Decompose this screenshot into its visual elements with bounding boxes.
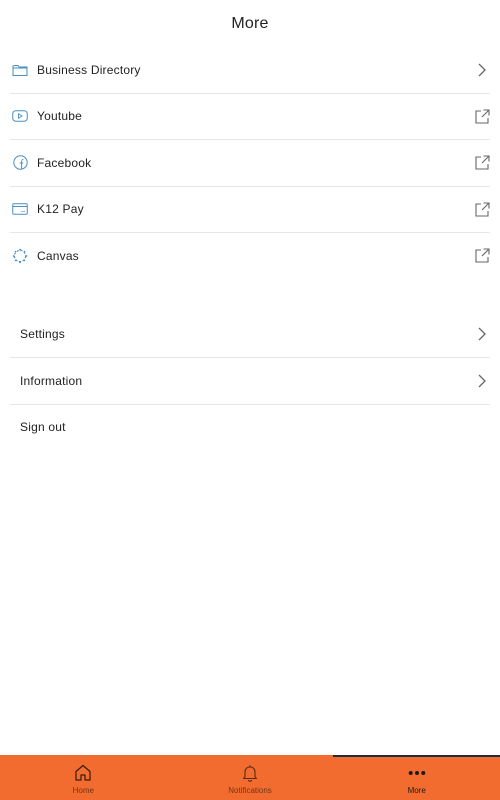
settings-item[interactable]: Settings [10, 312, 490, 358]
external-link-icon [474, 248, 490, 264]
information-label: Information [20, 373, 83, 388]
header: More [0, 0, 500, 47]
tab-label: More [407, 785, 426, 795]
link-youtube[interactable]: Youtube [10, 94, 490, 140]
chevron-right-icon [474, 373, 490, 389]
link-canvas[interactable]: Canvas [10, 233, 490, 279]
external-link-icon [474, 108, 490, 124]
home-icon [74, 764, 92, 782]
settings-list: Settings Information Sign out [10, 312, 490, 451]
link-k12-pay[interactable]: K12 Pay [10, 187, 490, 233]
folder-icon [11, 61, 29, 79]
canvas-icon [11, 247, 29, 265]
bell-icon [241, 764, 259, 782]
page-title: More [231, 14, 269, 32]
link-label: K12 Pay [37, 202, 84, 217]
active-tab-indicator [333, 755, 500, 757]
external-link-icon [474, 201, 490, 217]
link-facebook[interactable]: Facebook [10, 140, 490, 187]
more-dots-icon [408, 764, 426, 782]
chevron-right-icon [474, 62, 490, 78]
external-link-icon [474, 155, 490, 171]
link-label: Youtube [37, 109, 83, 124]
tab-label: Notifications [228, 785, 272, 795]
link-business-directory[interactable]: Business Directory [10, 47, 490, 94]
sign-out-button[interactable]: Sign out [10, 405, 490, 451]
link-label: Facebook [37, 155, 92, 170]
sign-out-label: Sign out [20, 420, 66, 435]
bottom-tab-bar: Home Notifications More [0, 755, 500, 800]
tab-more[interactable]: More [333, 755, 500, 800]
more-screen: More Business Directory Youtube Facebook… [0, 0, 500, 800]
link-label: Business Directory [37, 62, 141, 77]
credit-card-icon [11, 200, 29, 218]
tab-home[interactable]: Home [0, 755, 167, 800]
link-label: Canvas [37, 248, 79, 263]
tab-notifications[interactable]: Notifications [167, 755, 334, 800]
settings-label: Settings [20, 327, 65, 342]
youtube-icon [11, 107, 29, 125]
facebook-icon [11, 154, 29, 172]
tab-label: Home [72, 785, 94, 795]
information-item[interactable]: Information [10, 358, 490, 405]
chevron-right-icon [474, 326, 490, 342]
links-list: Business Directory Youtube Facebook K12 … [10, 47, 490, 279]
